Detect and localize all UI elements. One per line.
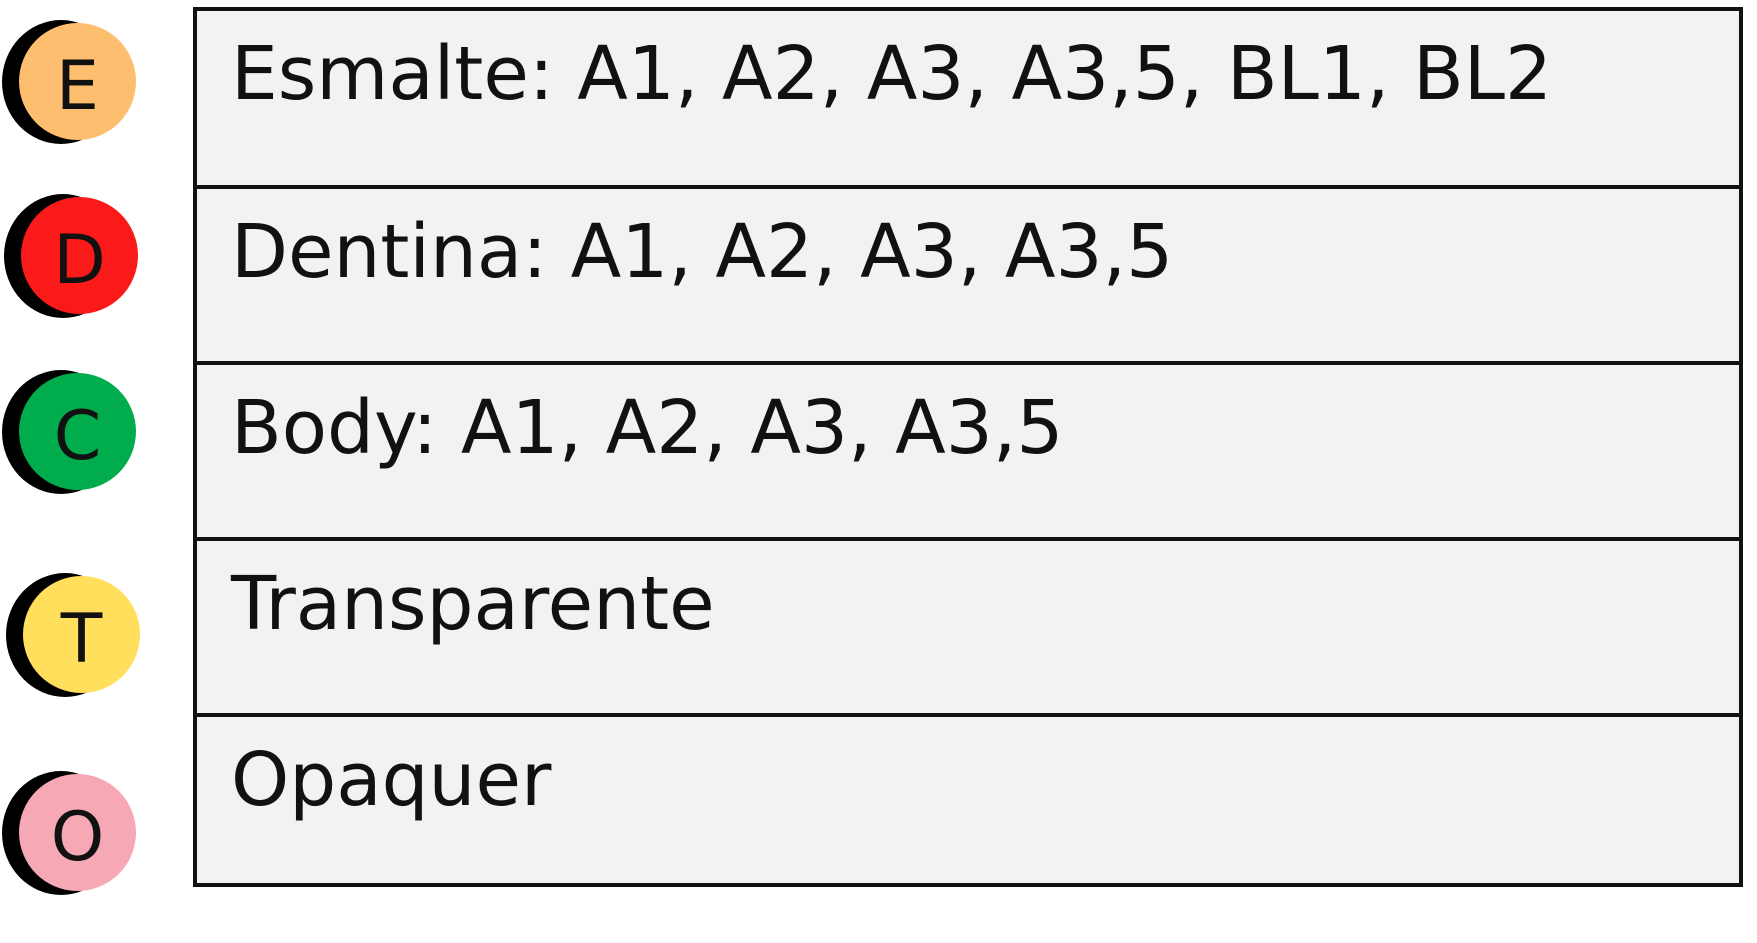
shade-legend: E D C T O Esmalte: A1, A2, A3, A3,5, BL1… xyxy=(0,0,1757,943)
badge-body: C xyxy=(2,370,137,494)
badge-circle: T xyxy=(23,576,140,693)
badge-letter: E xyxy=(56,46,99,126)
badge-circle: D xyxy=(21,197,138,314)
row-label: Dentina: A1, A2, A3, A3,5 xyxy=(231,209,1174,295)
badge-circle: E xyxy=(19,23,136,140)
badge-enamel: E xyxy=(2,20,137,144)
badge-letter: T xyxy=(60,599,103,679)
table-row: Dentina: A1, A2, A3, A3,5 xyxy=(197,185,1739,361)
badge-circle: C xyxy=(19,373,136,490)
badge-dentin: D xyxy=(4,194,139,318)
row-label: Esmalte: A1, A2, A3, A3,5, BL1, BL2 xyxy=(231,31,1553,117)
row-label: Transparente xyxy=(231,561,715,647)
badge-letter: D xyxy=(53,220,106,300)
table-row: Opaquer xyxy=(197,713,1739,889)
badge-letter: C xyxy=(53,396,102,476)
shade-table: Esmalte: A1, A2, A3, A3,5, BL1, BL2 Dent… xyxy=(193,7,1743,887)
table-row: Esmalte: A1, A2, A3, A3,5, BL1, BL2 xyxy=(197,11,1739,187)
badge-opaquer: O xyxy=(2,771,137,895)
row-label: Body: A1, A2, A3, A3,5 xyxy=(231,385,1064,471)
badge-transparent: T xyxy=(6,573,141,697)
table-row: Body: A1, A2, A3, A3,5 xyxy=(197,361,1739,537)
table-row: Transparente xyxy=(197,537,1739,713)
badge-circle: O xyxy=(19,774,136,891)
row-label: Opaquer xyxy=(231,737,552,823)
badge-letter: O xyxy=(50,797,105,877)
